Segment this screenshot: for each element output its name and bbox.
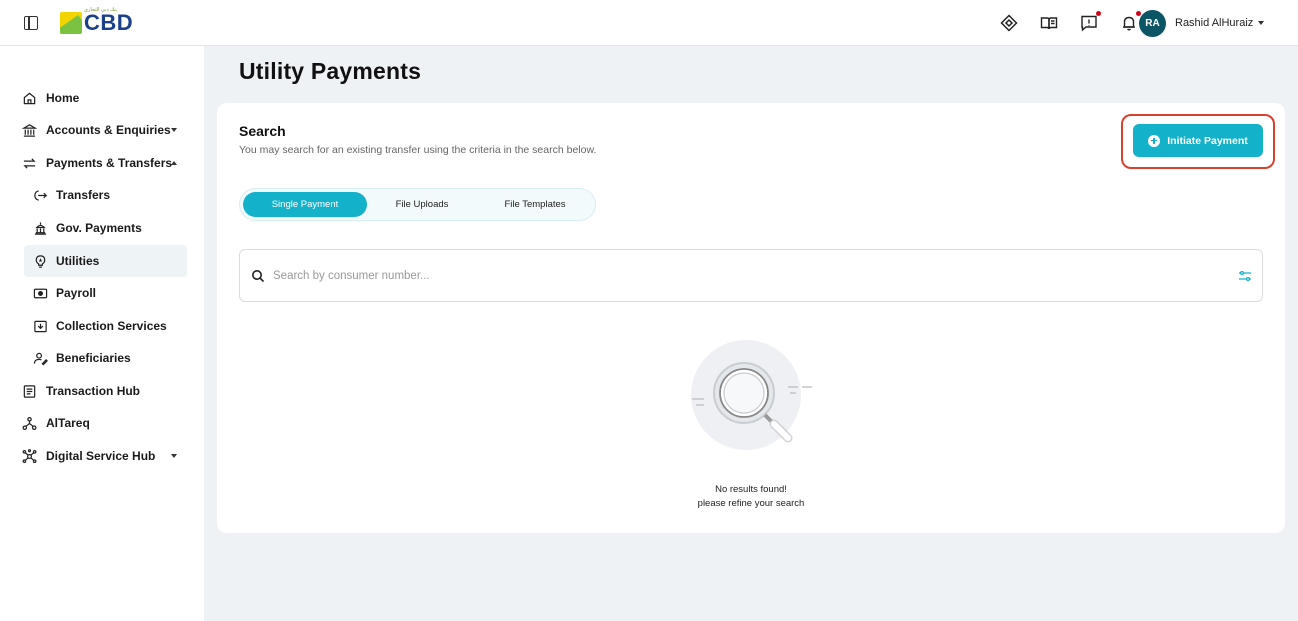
sidebar-item-transaction-hub[interactable]: Transaction Hub: [14, 375, 187, 407]
user-edit-icon: [32, 350, 48, 366]
plus-circle-icon: [1148, 134, 1161, 147]
chevron-up-icon: [171, 161, 177, 165]
sidebar-item-label: Utilities: [56, 254, 100, 268]
sidebar-item-altareq[interactable]: AlTareq: [14, 407, 187, 439]
feedback-notification-dot: [1096, 11, 1101, 16]
hub-nodes-icon: [21, 448, 37, 464]
search-icon: [252, 270, 265, 283]
empty-search-illustration-icon: [691, 340, 812, 450]
cash-icon: [32, 285, 48, 301]
header-icons: [1000, 10, 1141, 36]
tab-single-payment[interactable]: Single Payment: [243, 192, 367, 217]
sidebar-item-label: Collection Services: [56, 319, 167, 333]
sidebar-item-payroll[interactable]: Payroll: [24, 277, 187, 309]
sidebar: Home Accounts & Enquiries Payments & Tra…: [0, 46, 204, 621]
home-icon: [21, 90, 37, 106]
search-section-subtitle: You may search for an existing transfer …: [239, 144, 597, 156]
sidebar-item-label: Gov. Payments: [56, 221, 142, 235]
logo-mark-icon: [60, 12, 82, 34]
tag-diamond-icon[interactable]: [1000, 14, 1018, 32]
sidebar-item-gov-payments[interactable]: Gov. Payments: [24, 212, 187, 244]
sidebar-item-label: Payroll: [56, 286, 97, 300]
sidebar-item-label: Home: [46, 91, 80, 105]
sidebar-item-collection-services[interactable]: Collection Services: [24, 310, 187, 342]
tab-file-uploads[interactable]: File Uploads: [367, 192, 477, 217]
top-bar: بنك دبي التجاري CBD RA Rashid AlHuraiz: [0, 0, 1298, 46]
search-input[interactable]: [273, 266, 1213, 286]
sidebar-item-accounts[interactable]: Accounts & Enquiries: [14, 114, 187, 146]
tab-file-templates[interactable]: File Templates: [477, 192, 593, 217]
empty-state-hint: please refine your search: [697, 498, 805, 509]
chevron-down-icon: [171, 128, 177, 132]
sidebar-item-label: Digital Service Hub: [46, 449, 156, 463]
logo-subtext: بنك دبي التجاري: [84, 7, 118, 13]
sidebar-item-beneficiaries[interactable]: Beneficiaries: [24, 342, 187, 374]
search-card: Search You may search for an existing tr…: [217, 103, 1285, 533]
sidebar-item-label: Accounts & Enquiries: [46, 123, 171, 137]
bell-icon[interactable]: [1120, 11, 1141, 32]
payment-type-tabs: Single Payment File Uploads File Templat…: [239, 188, 596, 221]
avatar: RA: [1139, 9, 1166, 37]
initiate-payment-label: Initiate Payment: [1167, 134, 1248, 147]
transfer-arrows-icon: [21, 155, 37, 171]
search-section-title: Search: [239, 123, 286, 139]
book-icon[interactable]: [1040, 14, 1058, 32]
chevron-down-icon: [171, 454, 177, 458]
sidebar-item-payments-transfers[interactable]: Payments & Transfers: [14, 147, 187, 179]
sidebar-item-utilities[interactable]: Utilities: [24, 245, 187, 277]
user-menu[interactable]: RA Rashid AlHuraiz: [1139, 9, 1265, 37]
empty-state-title: No results found!: [715, 484, 787, 495]
government-building-icon: [32, 220, 48, 236]
chevron-down-icon: [1258, 21, 1265, 25]
document-list-icon: [21, 383, 37, 399]
sidebar-item-digital-service-hub[interactable]: Digital Service Hub: [14, 440, 187, 472]
sidebar-toggle-icon[interactable]: [24, 16, 38, 30]
exit-arrow-icon: [32, 187, 48, 203]
page-title: Utility Payments: [239, 58, 422, 84]
sidebar-item-label: Transfers: [56, 188, 111, 202]
network-icon: [21, 415, 37, 431]
sidebar-item-transfers[interactable]: Transfers: [24, 179, 187, 211]
initiate-payment-button[interactable]: Initiate Payment: [1133, 124, 1263, 157]
logo-text: CBD: [84, 10, 134, 35]
download-box-icon: [32, 318, 48, 334]
search-box: [239, 249, 1263, 302]
cbd-logo[interactable]: بنك دبي التجاري CBD: [60, 7, 134, 35]
filter-sliders-icon[interactable]: [1238, 269, 1252, 283]
lightbulb-icon: [32, 253, 48, 269]
bank-icon: [21, 122, 37, 138]
sidebar-item-label: Transaction Hub: [46, 384, 141, 398]
sidebar-item-label: Payments & Transfers: [46, 156, 173, 170]
sidebar-item-home[interactable]: Home: [14, 82, 187, 114]
sidebar-item-label: Beneficiaries: [56, 351, 131, 365]
sidebar-item-label: AlTareq: [46, 416, 90, 430]
user-name: Rashid AlHuraiz: [1175, 17, 1254, 29]
feedback-icon[interactable]: [1080, 11, 1101, 32]
